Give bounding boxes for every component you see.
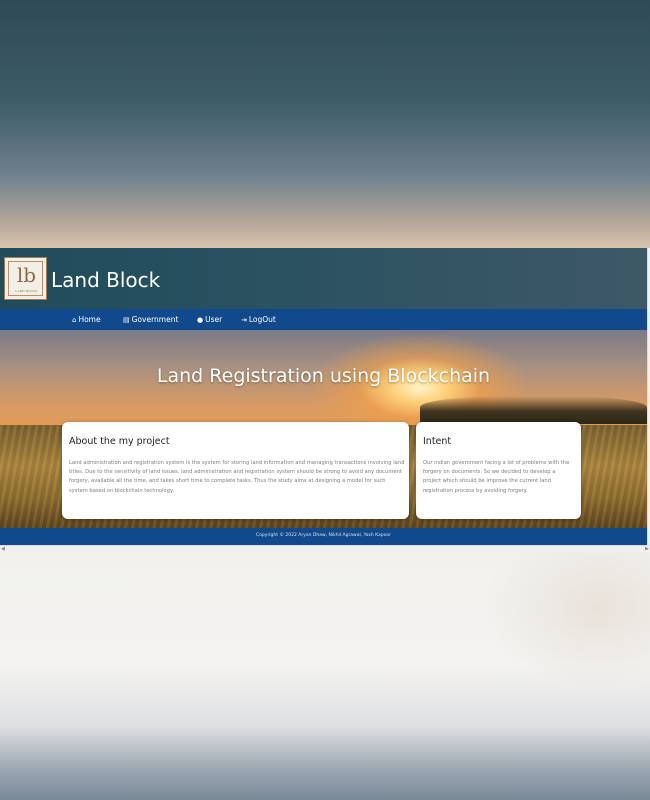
logo-frame: lb LAND BLOCK [8,261,43,296]
nav-item-label: Government [131,315,179,324]
user-icon: ● [197,316,204,324]
site-brand-title[interactable]: Land Block [51,268,160,292]
nav-item-label: User [205,315,223,324]
nav-item-government[interactable]: ▤ Government [123,313,178,327]
nav-item-label: LogOut [248,315,276,324]
footer-copyright: Copyright © 2022 Aryan Dhaw, Nikhil Agra… [256,533,391,538]
web-page: lb LAND BLOCK Land Block ⌂ Home ▤ Governme… [0,248,650,552]
hero-section: Land Registration using Blockchain About… [0,330,647,528]
about-card: About the my project Land administration… [62,422,409,519]
nav-item-user[interactable]: ● User [197,313,222,327]
blurred-background-top [0,0,650,248]
nav-item-label: Home [78,315,101,324]
intent-card-title: Intent [423,436,452,447]
intent-card: Intent Our indian government facing a lo… [416,422,581,519]
nav-item-logout[interactable]: ⇥ LogOut [241,313,276,327]
site-header: lb LAND BLOCK Land Block [0,248,647,309]
horizontal-scrollbar[interactable]: ◀ ▶ [0,545,650,552]
logo-mark: lb [16,263,37,287]
site-footer: Copyright © 2022 Aryan Dhaw, Nikhil Agra… [0,528,647,545]
hero-title: Land Registration using Blockchain [156,365,491,387]
logout-icon: ⇥ [241,316,247,324]
logo-subtext: LAND BLOCK [15,289,38,293]
blurred-background-bottom [0,552,650,800]
about-card-text: Land administration and registration sys… [69,460,405,494]
home-icon: ⌂ [72,316,77,324]
bank-icon: ▤ [123,316,130,324]
nav-item-home[interactable]: ⌂ Home [72,313,101,327]
hero-tree-line [420,396,647,424]
about-card-title: About the my project [69,436,170,447]
navbar: ⌂ Home ▤ Government ● User ⇥ LogOut [0,309,647,330]
intent-card-text: Our indian government facing a lot of pr… [423,460,570,494]
site-logo[interactable]: lb LAND BLOCK [4,257,47,300]
